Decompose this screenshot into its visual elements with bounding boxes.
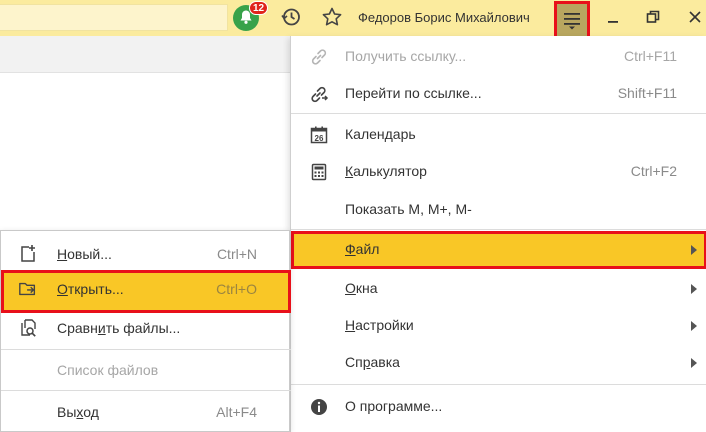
submenu-item-open[interactable]: Открыть... Ctrl+O bbox=[1, 270, 291, 313]
menu-item-label: Окна bbox=[345, 280, 378, 296]
calendar-day: 26 bbox=[315, 134, 324, 143]
menu-item-label: Настройки bbox=[345, 317, 414, 333]
search-input[interactable] bbox=[0, 4, 228, 31]
submenu-item-label: Список файлов bbox=[57, 362, 159, 378]
menu-item-label: Калькулятор bbox=[345, 163, 427, 179]
submenu-item-label: Сравнить файлы... bbox=[57, 320, 181, 336]
menu-item-show-memory[interactable]: Показать M, M+, M- bbox=[291, 191, 706, 228]
menu-item-label: Файл bbox=[345, 241, 380, 257]
link-icon bbox=[309, 47, 329, 67]
calendar-icon: 26 bbox=[309, 125, 329, 145]
menu-separator bbox=[291, 229, 706, 230]
history-button[interactable] bbox=[279, 6, 303, 30]
main-dropdown-menu: Получить ссылку... Ctrl+F11 Перейти по с… bbox=[290, 36, 706, 432]
submenu-item-shortcut: Ctrl+O bbox=[216, 281, 257, 297]
submenu-item-shortcut: Alt+F4 bbox=[216, 404, 257, 420]
submenu-item-shortcut: Ctrl+N bbox=[216, 246, 257, 262]
menu-item-label: Получить ссылку... bbox=[345, 48, 467, 64]
menu-item-label: Справка bbox=[345, 354, 400, 370]
info-icon bbox=[309, 397, 329, 417]
menu-separator bbox=[291, 113, 706, 114]
menu-item-get-link[interactable]: Получить ссылку... Ctrl+F11 bbox=[291, 38, 706, 75]
submenu-item-compare[interactable]: Сравнить файлы... bbox=[1, 309, 291, 347]
menu-item-label: Календарь bbox=[345, 126, 416, 142]
menu-item-calendar[interactable]: 26 Календарь bbox=[291, 116, 706, 153]
menu-item-label: Показать M, M+, M- bbox=[345, 201, 472, 217]
favorites-button[interactable] bbox=[320, 6, 344, 30]
restore-button[interactable] bbox=[641, 6, 665, 30]
menu-separator bbox=[291, 384, 706, 385]
submenu-item-exit[interactable]: Выход Alt+F4 bbox=[1, 393, 291, 431]
history-icon bbox=[280, 6, 302, 31]
menu-item-shortcut: Ctrl+F11 bbox=[623, 48, 677, 64]
calculator-icon bbox=[309, 162, 329, 182]
close-icon bbox=[688, 10, 702, 27]
submenu-item-new[interactable]: Новый... Ctrl+N bbox=[1, 235, 291, 273]
close-button[interactable] bbox=[683, 6, 706, 30]
menu-item-calculator[interactable]: Калькулятор Ctrl+F2 bbox=[291, 153, 706, 190]
menu-separator bbox=[1, 349, 291, 350]
follow-link-icon bbox=[309, 84, 329, 104]
minimize-button[interactable] bbox=[601, 6, 625, 30]
background-panel bbox=[0, 36, 290, 73]
user-name[interactable]: Федоров Борис Михайлович bbox=[358, 10, 530, 25]
submenu-item-label: Выход bbox=[57, 404, 99, 420]
restore-icon bbox=[646, 10, 660, 27]
submenu-arrow-icon bbox=[691, 358, 697, 368]
minimize-icon bbox=[606, 10, 620, 27]
menu-separator bbox=[1, 390, 291, 391]
submenu-arrow-icon bbox=[691, 284, 697, 294]
compare-files-icon bbox=[18, 318, 38, 338]
new-file-icon bbox=[18, 244, 38, 264]
menu-item-label: Перейти по ссылке... bbox=[345, 85, 482, 101]
menu-item-about[interactable]: О программе... bbox=[291, 388, 706, 425]
menu-item-windows[interactable]: Окна bbox=[291, 270, 706, 307]
open-folder-icon bbox=[18, 279, 38, 299]
menu-item-settings[interactable]: Настройки bbox=[291, 307, 706, 344]
submenu-item-label: Открыть... bbox=[57, 281, 124, 297]
menu-item-shortcut: Shift+F11 bbox=[617, 85, 677, 101]
menu-item-label: О программе... bbox=[345, 398, 443, 414]
submenu-item-file-list[interactable]: Список файлов bbox=[1, 351, 291, 389]
menu-item-follow-link[interactable]: Перейти по ссылке... Shift+F11 bbox=[291, 75, 706, 112]
notifications-badge: 12 bbox=[249, 1, 269, 15]
file-submenu: Новый... Ctrl+N Открыть... Ctrl+O Сравни… bbox=[0, 230, 291, 432]
submenu-item-label: Новый... bbox=[57, 246, 112, 262]
menu-item-shortcut: Ctrl+F2 bbox=[630, 163, 677, 179]
title-bar: 12 Федоров Борис Михайлович bbox=[0, 0, 706, 41]
star-icon bbox=[321, 6, 343, 31]
submenu-arrow-icon bbox=[691, 321, 697, 331]
main-menu-button[interactable] bbox=[554, 1, 590, 41]
menu-item-file[interactable]: Файл bbox=[291, 231, 706, 269]
menu-item-help[interactable]: Справка bbox=[291, 344, 706, 381]
submenu-arrow-icon bbox=[691, 245, 697, 255]
hamburger-menu-icon bbox=[563, 10, 581, 33]
